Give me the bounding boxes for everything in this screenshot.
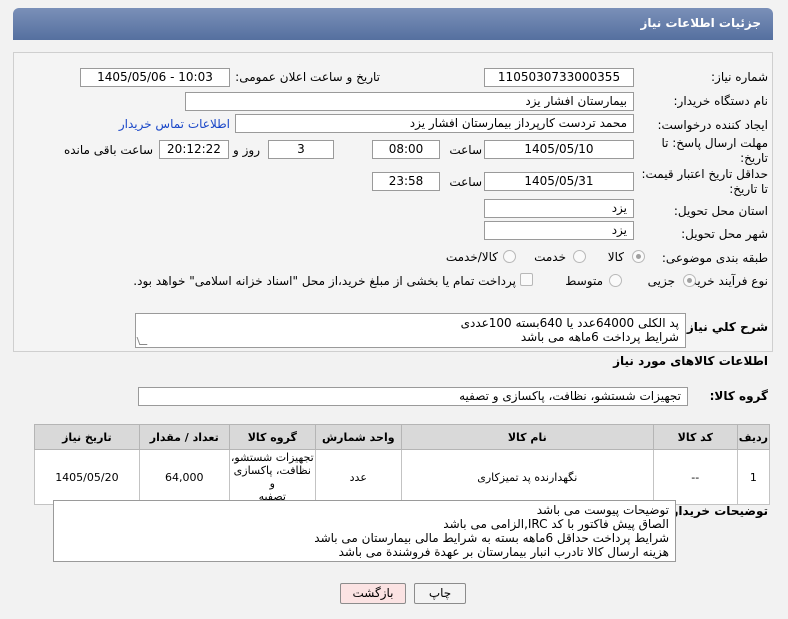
description-label: شرح کلي نياز: <box>682 320 768 334</box>
col-row: ردیف <box>736 424 771 450</box>
reply-deadline-label-2: تاریخ: <box>740 151 768 165</box>
cell-group: تجهیزات شستشو، نظافت، پاکسازی و تصفیه <box>228 449 316 505</box>
category-goods-label: کالا <box>607 250 624 264</box>
cell-group-line-1: تجهیزات شستشو، <box>230 451 314 464</box>
cell-qty: 64,000 <box>138 449 230 505</box>
cell-date: 1405/05/20 <box>34 449 140 505</box>
page-title: جزئیات اطلاعات نیاز <box>640 16 761 30</box>
description-line-2: شرایط پرداخت 6ماهه می باشد <box>520 330 679 344</box>
goods-table-header: ردیف کد کالا نام کالا واحد شمارش گروه کا… <box>34 424 771 450</box>
table-row: 1 -- نگهدارنده پد تمیزکاری عدد تجهیزات ش… <box>34 449 771 505</box>
col-name: نام کالا <box>400 424 654 450</box>
need-number-field: 1105030733000355 <box>484 68 634 87</box>
buyer-notes-textarea[interactable]: توضیحات پیوست می باشد الصاق پیش فاکتور ب… <box>53 500 676 562</box>
validity-date-field: 1405/05/31 <box>484 172 634 191</box>
need-number-label: شماره نیاز: <box>711 70 768 84</box>
remaining-time-field: 20:12:22 <box>159 140 229 159</box>
process-partial-radio[interactable] <box>683 274 696 287</box>
province-label: استان محل تحویل: <box>673 204 768 218</box>
back-button[interactable]: بازگشت <box>340 583 406 604</box>
days-and-label: روز و <box>233 143 260 157</box>
description-textarea[interactable]: پد الکلی 64000عدد یا 640بسته 100عددی شرا… <box>135 313 686 348</box>
reply-days-field: 3 <box>268 140 334 159</box>
city-field: یزد <box>484 221 634 240</box>
announce-date-label: تاریخ و ساعت اعلان عمومی: <box>235 70 380 84</box>
announce-date-field: 1405/05/06 - 10:03 <box>80 68 230 87</box>
payment-treasury-note: پرداخت تمام یا بخشی از مبلغ خرید،از محل … <box>133 274 516 288</box>
goods-group-field: تجهیزات شستشو، نظافت، پاکسازی و تصفیه <box>138 387 688 406</box>
price-validity-label-2: تا تاریخ: <box>729 182 768 196</box>
buyer-notes-line-2: الصاق پیش فاکتور با کد IRC,الزامی می باش… <box>443 517 669 531</box>
reply-time-label: ساعت <box>449 143 482 157</box>
buyer-contact-link[interactable]: اطلاعات تماس خریدار <box>119 117 230 131</box>
process-medium-radio[interactable] <box>609 274 622 287</box>
col-unit: واحد شمارش <box>314 424 402 450</box>
col-date: تاریخ نیاز <box>34 424 140 450</box>
cell-name: نگهدارنده پد تمیزکاری <box>400 449 654 505</box>
validity-time-label: ساعت <box>449 175 482 189</box>
col-group: گروه کالا <box>228 424 316 450</box>
category-both-radio[interactable] <box>503 250 516 263</box>
buyer-org-label: نام دستگاه خریدار: <box>673 94 769 108</box>
buyer-notes-line-1: توضیحات پیوست می باشد <box>536 503 669 517</box>
province-field: یزد <box>484 199 634 218</box>
goods-section-title: اطلاعات کالاهای مورد نیاز <box>613 354 768 368</box>
category-service-label: خدمت <box>534 250 566 264</box>
col-code: کد کالا <box>652 424 738 450</box>
city-label: شهر محل تحویل: <box>681 227 768 241</box>
page-title-bar: جزئیات اطلاعات نیاز <box>13 8 773 40</box>
buyer-notes-line-4: هزینه ارسال کالا تادرب انبار بیمارستان ب… <box>338 545 669 559</box>
goods-table: ردیف کد کالا نام کالا واحد شمارش گروه کا… <box>34 424 771 505</box>
process-medium-label: متوسط <box>565 274 603 288</box>
buyer-notes-line-3: شرایط پرداخت حداقل 6ماهه بسته به شرایط م… <box>314 531 669 545</box>
category-label: طبقه بندی موضوعی: <box>661 251 768 265</box>
cell-unit: عدد <box>314 449 402 505</box>
category-both-label: کالا/خدمت <box>445 250 498 264</box>
cell-row: 1 <box>736 449 771 505</box>
cell-code: -- <box>652 449 738 505</box>
creator-label: ایجاد کننده درخواست: <box>657 118 768 132</box>
validity-time-field: 23:58 <box>372 172 440 191</box>
goods-group-label: گروه کالا: <box>709 389 768 403</box>
print-button[interactable]: چاپ <box>414 583 466 604</box>
price-validity-label: حداقل تاریخ اعتبار قیمت: <box>641 167 768 181</box>
buyer-org-field: بیمارستان افشار یزد <box>185 92 634 111</box>
process-partial-label: جزیی <box>647 274 675 288</box>
category-service-radio[interactable] <box>573 250 586 263</box>
category-goods-radio[interactable] <box>632 250 645 263</box>
payment-treasury-checkbox[interactable] <box>520 273 533 286</box>
reply-date-field: 1405/05/10 <box>484 140 634 159</box>
buyer-notes-label: توضیحات خریدار: <box>666 504 768 518</box>
reply-time-field: 08:00 <box>372 140 440 159</box>
description-line-1: پد الکلی 64000عدد یا 640بسته 100عددی <box>460 316 679 330</box>
reply-deadline-label: مهلت ارسال پاسخ: تا <box>661 136 768 150</box>
creator-field: محمد تردست کارپرداز بیمارستان افشار یزد <box>235 114 634 133</box>
cell-group-line-2: نظافت، پاکسازی و <box>233 464 311 490</box>
col-qty: تعداد / مقدار <box>138 424 230 450</box>
remaining-time-label: ساعت باقی مانده <box>63 143 153 157</box>
